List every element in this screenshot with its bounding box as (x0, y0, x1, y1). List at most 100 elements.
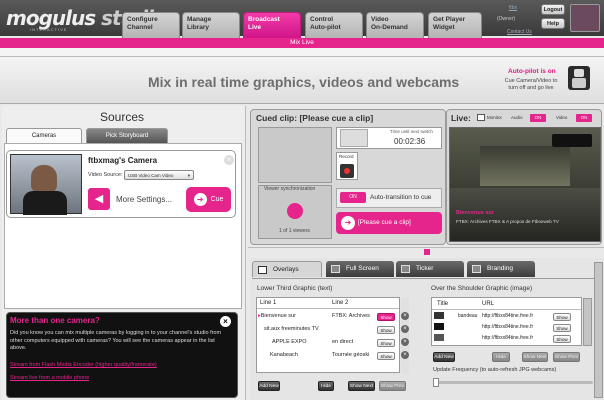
tab-configure-channel[interactable]: Configure Channel (122, 12, 180, 38)
auto-transition-label: Auto-transition to cue (370, 194, 432, 201)
row-controls (401, 298, 409, 373)
arrow-right-icon: ➜ (193, 192, 207, 206)
avatar[interactable] (570, 4, 600, 32)
record-label: Record (339, 154, 354, 159)
more-settings-link[interactable]: More Settings... (116, 195, 172, 204)
table-rule (432, 309, 581, 310)
subnav-spacer (0, 48, 604, 56)
add-new-button[interactable]: Add New (258, 381, 280, 391)
viewer-sync-label: Viewer synchronization (264, 186, 316, 192)
auto-transition-toggle[interactable]: ON (340, 192, 366, 203)
clock-icon (340, 129, 368, 147)
show-button[interactable]: Show (377, 339, 395, 347)
tab-overlays[interactable]: Overlays (252, 261, 322, 277)
record-button[interactable] (340, 164, 354, 178)
full-screen-icon (331, 265, 340, 273)
close-icon[interactable]: × (224, 155, 234, 165)
video-label: Video (556, 115, 568, 120)
hide-button[interactable]: Hide (492, 352, 510, 362)
close-icon[interactable]: × (401, 312, 409, 320)
time-remaining: 00:02:36 (394, 137, 426, 146)
tab-get-player-widget[interactable]: Get Player Widget (428, 12, 482, 38)
tab-ticker[interactable]: Ticker (396, 261, 464, 277)
camera-name: ftbxmag's Camera (88, 156, 158, 165)
tab-pick-storyboard[interactable]: Pick Storyboard (86, 128, 168, 143)
show-prev-button[interactable]: Show Prev (553, 352, 580, 362)
table-row[interactable]: Kanabeach (270, 352, 298, 358)
cue-clip-button[interactable]: ➜ [Please cue a clip] (336, 212, 442, 234)
slider-handle[interactable] (433, 378, 439, 387)
table-cell: FTBX: Archives (332, 313, 370, 319)
show-next-button[interactable]: Show Next (348, 381, 375, 391)
help-button[interactable]: Help (541, 18, 565, 29)
show-button[interactable]: Show (377, 352, 395, 360)
video-source-select[interactable]: USB Video Cam Video ▾ (124, 170, 194, 180)
more-cameras-title: More than one camera? (10, 316, 100, 325)
show-next-button[interactable]: Show Next (522, 352, 548, 362)
more-cameras-body: Did you know you can mix multiple camera… (10, 330, 222, 351)
col-line1: Line 1 (260, 300, 277, 306)
live-video: Bienvenue sur FTBX: Archives FTBX & A pr… (449, 127, 601, 242)
thumbnail (434, 323, 444, 330)
table-row[interactable]: sit.aux freeminutes TV (264, 326, 319, 332)
audio-settings-icon[interactable]: ◀ (88, 188, 110, 210)
live-caption-line2: FTBX: Archives FTBX & A propos de Ftboxw… (456, 219, 559, 224)
show-button[interactable]: Show (377, 313, 395, 321)
live-title: Live: (451, 113, 471, 123)
show-button[interactable]: Show (377, 326, 395, 334)
tab-manage-library[interactable]: Manage Library (182, 12, 240, 38)
cue-camera-button[interactable]: ➜ Cue (186, 187, 231, 212)
table-cell: Tournée géoski (332, 352, 370, 358)
monitor-checkbox[interactable] (477, 114, 485, 121)
audio-toggle[interactable]: ON (530, 114, 546, 122)
thumbnail (434, 334, 444, 341)
hide-button[interactable]: Hide (318, 381, 334, 391)
tab-full-screen[interactable]: Full Screen (326, 261, 394, 277)
divider-handle[interactable] (424, 249, 430, 255)
thumbnail (434, 312, 444, 319)
close-icon[interactable]: × (401, 351, 409, 359)
close-icon[interactable]: × (401, 325, 409, 333)
mobile-stream-link[interactable]: Stream live from a mobile phone (10, 375, 89, 381)
shoulder-scrollbar[interactable] (583, 298, 592, 346)
overlays-scrollbar[interactable] (594, 262, 603, 398)
ticker-icon (401, 265, 410, 273)
tab-video-on-demand[interactable]: Video On-Demand (366, 12, 424, 38)
col-url: URL (482, 301, 495, 307)
sources-title: Sources (100, 110, 145, 124)
flash-encoder-link[interactable]: Stream from Flash Media Encoder (higher … (10, 362, 157, 368)
tab-control-autopilot[interactable]: Control Auto-pilot (305, 12, 363, 38)
show-button[interactable]: Show (553, 324, 571, 332)
subnav-mix-live[interactable]: Mix Live (290, 39, 314, 46)
arrow-right-icon: ➜ (341, 216, 355, 230)
subnav-bar: Mix Live (0, 38, 604, 48)
live-caption-line1: Bienvenue sur (456, 210, 494, 216)
show-prev-button[interactable]: Show Prev (379, 381, 406, 391)
table-row[interactable]: APPLE EXPO (272, 339, 307, 345)
close-icon[interactable]: × (220, 316, 231, 327)
tab-branding[interactable]: Branding (467, 261, 535, 277)
video-toggle[interactable]: ON (576, 114, 592, 122)
update-frequency-slider[interactable] (433, 381, 593, 384)
logout-button[interactable]: Logout (541, 4, 565, 15)
col-title: Title (437, 301, 449, 307)
close-icon[interactable]: × (401, 338, 409, 346)
viewer-count: 1 of 1 viewers (279, 228, 310, 234)
tab-cameras[interactable]: Cameras (6, 128, 82, 143)
cued-clip-title: Cued clip: [Please cue a clip] (256, 113, 374, 123)
show-button[interactable]: Show (553, 313, 571, 321)
branding-icon (472, 265, 481, 273)
monitor-label: Monitor (487, 115, 503, 120)
table-row[interactable]: ▸Bienvenue sur (258, 313, 296, 319)
show-button[interactable]: Show (553, 335, 571, 343)
table-cell: http://ftbxx84tine.free.fr (482, 335, 534, 341)
tab-broadcast-live[interactable]: Broadcast Live (243, 12, 301, 38)
add-new-button[interactable]: Add New (433, 352, 455, 362)
audio-label: Audio (511, 115, 523, 120)
table-rule (257, 308, 399, 309)
contact-link[interactable]: Contact Us (507, 29, 532, 35)
user-link[interactable]: ftbx (509, 5, 517, 11)
chevron-down-icon: ▾ (187, 173, 190, 178)
video-source-label: Video Source: (88, 172, 123, 178)
table-cell: bandeau (458, 313, 478, 319)
